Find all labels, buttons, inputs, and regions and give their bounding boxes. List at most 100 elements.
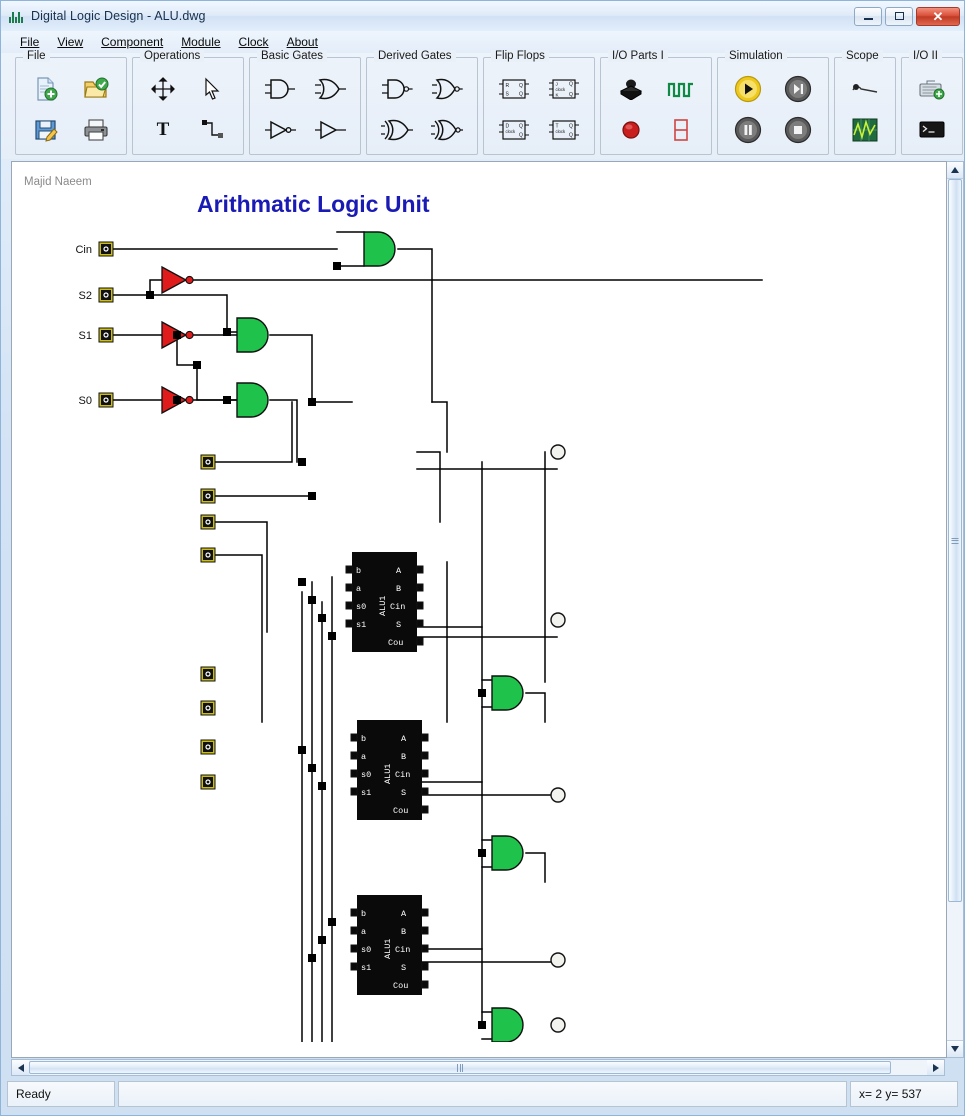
buffer-gate-button[interactable]: [308, 111, 352, 149]
text-button[interactable]: T: [141, 111, 185, 149]
input-switch-group[interactable]: [99, 242, 215, 789]
svg-text:Cin: Cin: [395, 770, 410, 780]
minimize-icon: [864, 18, 873, 20]
wire-button[interactable]: [191, 111, 235, 149]
stop-simulation-button[interactable]: [776, 111, 820, 149]
svg-text:Q: Q: [519, 92, 523, 98]
pause-icon: [734, 116, 762, 144]
xor-gate-button[interactable]: [375, 111, 419, 149]
close-button[interactable]: ✕: [916, 7, 960, 26]
chevron-left-icon: [18, 1064, 24, 1072]
xnor-gate-button[interactable]: [425, 111, 469, 149]
toolbar-group-derived-gates-label: Derived Gates: [374, 50, 456, 62]
terminal-button[interactable]: [910, 111, 954, 149]
not-gate-button[interactable]: [258, 111, 302, 149]
or-gate-icon: [313, 77, 347, 101]
probe-icon: [850, 80, 880, 98]
seven-segment-button[interactable]: [659, 111, 703, 149]
horizontal-scroll-thumb[interactable]: [29, 1061, 891, 1074]
switch-icon: [618, 78, 644, 100]
or-gate-button[interactable]: [308, 70, 352, 108]
svg-text:b: b: [356, 566, 361, 576]
open-folder-button[interactable]: [74, 70, 118, 108]
t-flipflop-icon: T clock Q Q: [548, 118, 580, 142]
print-button[interactable]: [74, 111, 118, 149]
scroll-right-button[interactable]: [927, 1060, 944, 1075]
svg-text:Cou: Cou: [388, 638, 403, 648]
d-flipflop-button[interactable]: D clock Q Q: [492, 111, 536, 149]
and-gate-icon: [263, 77, 297, 101]
vertical-scroll-track[interactable]: [947, 179, 963, 1040]
svg-text:clock: clock: [506, 129, 516, 134]
play-icon: [734, 75, 762, 103]
restore-button[interactable]: [885, 7, 913, 26]
svg-text:Q: Q: [519, 83, 523, 89]
scroll-grip-icon: [457, 1064, 463, 1072]
menu-item-view[interactable]: View: [48, 33, 92, 51]
probe-button[interactable]: [843, 70, 887, 108]
svg-text:A: A: [396, 566, 402, 576]
menu-item-clock[interactable]: Clock: [230, 33, 278, 51]
svg-text:s0: s0: [361, 945, 371, 955]
toolbar-group-operations-label: Operations: [140, 50, 204, 62]
toolbar-group-derived-gates: Derived Gates: [366, 57, 478, 155]
svg-text:S: S: [396, 620, 401, 630]
minimize-button[interactable]: [854, 7, 882, 26]
scope-button[interactable]: [843, 111, 887, 149]
clock-button[interactable]: [659, 70, 703, 108]
menu-item-module[interactable]: Module: [172, 33, 229, 51]
svg-text:S: S: [401, 963, 406, 973]
menu-item-file[interactable]: File: [11, 33, 48, 51]
svg-text:s0: s0: [361, 770, 371, 780]
select-cursor-button[interactable]: [191, 70, 235, 108]
new-file-button[interactable]: [24, 70, 68, 108]
svg-text:Q: Q: [569, 124, 573, 130]
scrollbar-corner: [947, 1058, 964, 1077]
menu-item-component[interactable]: Component: [92, 33, 172, 51]
horizontal-scroll-track[interactable]: [29, 1060, 927, 1075]
alu-block-group[interactable]: ba s0s1 AB CinS Cou ALU1: [346, 552, 428, 1042]
svg-text:ALU1: ALU1: [378, 596, 388, 616]
chevron-right-icon: [933, 1064, 939, 1072]
schematic-canvas[interactable]: Majid Naeem Arithmatic Logic Unit: [11, 161, 947, 1058]
toolbar-group-io-parts-1: I/O Parts I: [600, 57, 712, 155]
pause-simulation-button[interactable]: [726, 111, 770, 149]
nand-gate-button[interactable]: [375, 70, 419, 108]
menu-item-about[interactable]: About: [278, 33, 327, 51]
vertical-scroll-thumb[interactable]: [948, 179, 962, 902]
svg-text:clock: clock: [556, 87, 566, 92]
wire-icon: [201, 119, 225, 141]
jk-flipflop-button[interactable]: J clock K Q Q: [542, 70, 586, 108]
toolbar-group-file: File: [15, 57, 127, 155]
led-button[interactable]: [609, 111, 653, 149]
switch-button[interactable]: [609, 70, 653, 108]
scroll-up-button[interactable]: [947, 162, 963, 179]
keyboard-button[interactable]: [910, 70, 954, 108]
buffer-gate-icon: [313, 119, 347, 141]
toolbar-group-io-2-label: I/O II: [909, 50, 942, 62]
t-flipflop-button[interactable]: T clock Q Q: [542, 111, 586, 149]
output-led-group[interactable]: [551, 445, 565, 1032]
run-simulation-button[interactable]: [726, 70, 770, 108]
toolbar-group-io-parts-1-label: I/O Parts I: [608, 50, 668, 62]
not-gate-group[interactable]: [162, 267, 193, 413]
horizontal-scrollbar[interactable]: [11, 1059, 945, 1076]
rs-flipflop-button[interactable]: R S Q Q: [492, 70, 536, 108]
toolbar-group-flip-flops: Flip Flops R S Q Q: [483, 57, 595, 155]
nor-gate-button[interactable]: [425, 70, 469, 108]
save-file-button[interactable]: [24, 111, 68, 149]
svg-text:Q: Q: [569, 92, 573, 98]
move-button[interactable]: [141, 70, 185, 108]
svg-text:B: B: [401, 752, 406, 762]
scroll-down-button[interactable]: [947, 1040, 963, 1057]
led-icon: [620, 119, 642, 141]
scroll-left-button[interactable]: [12, 1060, 29, 1075]
step-icon: [784, 75, 812, 103]
svg-text:R: R: [506, 83, 510, 89]
and-gate-button[interactable]: [258, 70, 302, 108]
svg-text:s1: s1: [356, 620, 366, 630]
step-simulation-button[interactable]: [776, 70, 820, 108]
vertical-scrollbar[interactable]: [947, 161, 964, 1058]
toolbar-group-simulation: Simulation: [717, 57, 829, 155]
svg-text:b: b: [361, 909, 366, 919]
